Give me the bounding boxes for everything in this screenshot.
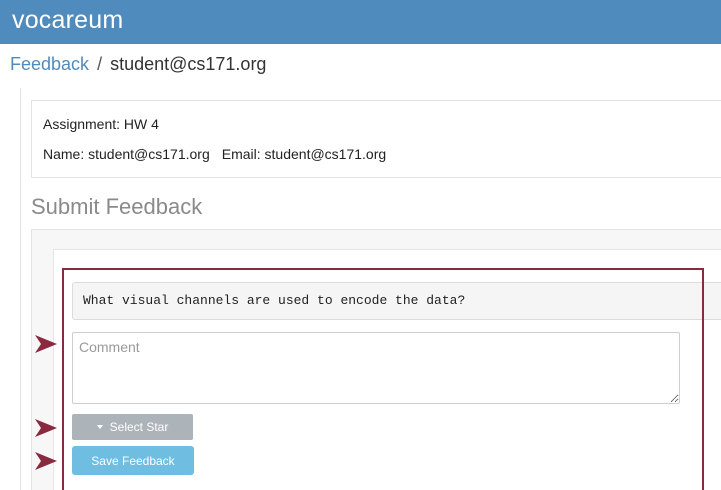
student-name: Name: student@cs171.org	[43, 146, 210, 162]
arrow-right-icon	[35, 335, 57, 353]
arrow-right-icon	[35, 452, 57, 470]
submission-info-panel: Assignment: HW 4 Name: student@cs171.org…	[31, 100, 721, 178]
breadcrumb: Feedback / student@cs171.org	[10, 54, 266, 75]
breadcrumb-current: student@cs171.org	[110, 54, 267, 74]
section-title: Submit Feedback	[31, 194, 203, 219]
highlight-annotation-box	[62, 268, 704, 490]
breadcrumb-separator: /	[97, 54, 103, 74]
assignment-label: Assignment: HW 4	[43, 116, 159, 132]
arrow-right-icon	[35, 419, 57, 437]
top-navbar: vocareum	[0, 0, 721, 44]
vocareum-logo[interactable]: vocareum	[12, 6, 123, 35]
student-details: Name: student@cs171.org Email: student@cs…	[43, 146, 386, 162]
breadcrumb-feedback-link[interactable]: Feedback	[10, 54, 89, 74]
page-border	[20, 88, 21, 490]
student-email: Email: student@cs171.org	[221, 146, 387, 162]
